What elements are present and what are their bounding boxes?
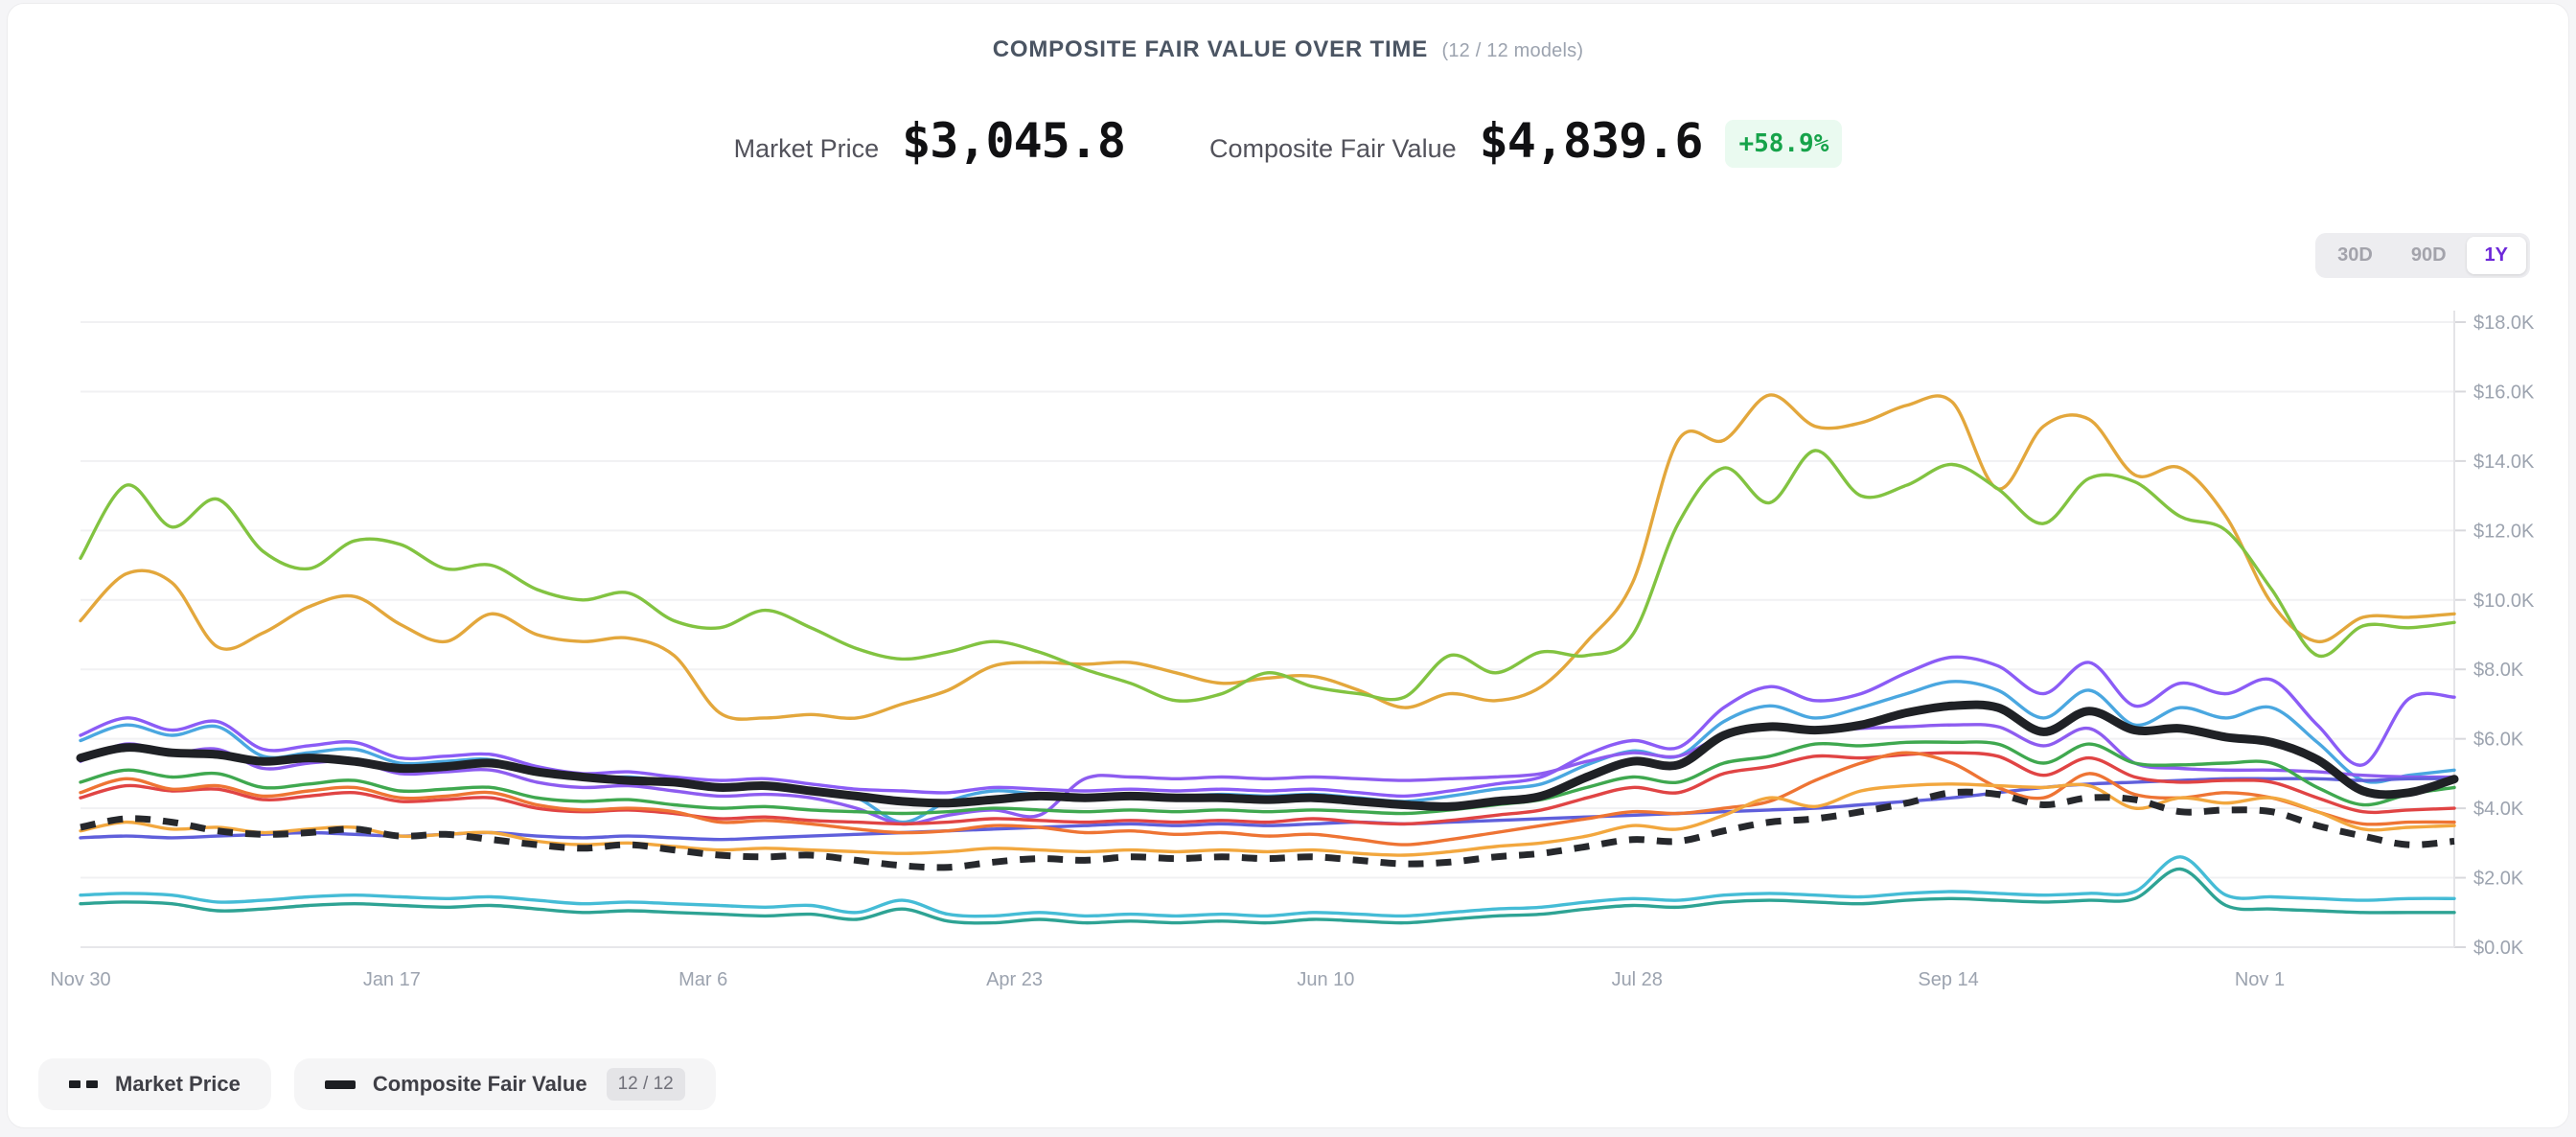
range-button-30d[interactable]: 30D	[2319, 237, 2391, 274]
upside-change-badge: +58.9%	[1725, 120, 1842, 168]
x-axis-label: Jan 17	[363, 969, 421, 990]
range-button-90d[interactable]: 90D	[2393, 237, 2465, 274]
fair-value-value: $4,839.6	[1480, 113, 1703, 169]
fair-value-stat: Composite Fair Value $4,839.6 +58.9%	[1209, 113, 1842, 174]
fair-value-label: Composite Fair Value	[1209, 134, 1457, 164]
chart-legend: Market Price Composite Fair Value 12 / 1…	[38, 1058, 716, 1110]
y-axis-label: $10.0K	[2473, 591, 2535, 612]
models-count-subtitle: (12 / 12 models)	[1442, 40, 1584, 61]
x-axis-label: Nov 30	[50, 969, 110, 990]
legend-item-composite-fair-value[interactable]: Composite Fair Value 12 / 12	[294, 1058, 716, 1110]
models-count-badge: 12 / 12	[607, 1068, 685, 1101]
x-axis-label: Jul 28	[1612, 969, 1663, 990]
x-axis-label: Mar 6	[678, 969, 727, 990]
x-axis-label: Nov 1	[2235, 969, 2285, 990]
y-axis-label: $2.0K	[2473, 869, 2524, 890]
x-axis-label: Jun 10	[1297, 969, 1354, 990]
page-title: COMPOSITE FAIR VALUE OVER TIME	[993, 36, 1428, 62]
stats-row: Market Price $3,045.8 Composite Fair Val…	[0, 113, 2576, 174]
y-axis-label: $12.0K	[2473, 521, 2535, 542]
header: COMPOSITE FAIR VALUE OVER TIME (12 / 12 …	[0, 36, 2576, 63]
market-price-label: Market Price	[734, 134, 880, 164]
x-axis-label: Apr 23	[986, 969, 1043, 990]
y-axis-label: $8.0K	[2473, 660, 2524, 681]
series-line-model-1-amber	[80, 395, 2454, 719]
legend-label: Market Price	[115, 1072, 241, 1097]
y-axis-label: $16.0K	[2473, 382, 2535, 403]
range-button-1y[interactable]: 1Y	[2467, 237, 2526, 274]
y-axis-label: $18.0K	[2473, 313, 2535, 334]
market-price-stat: Market Price $3,045.8	[734, 113, 1125, 169]
dashed-line-swatch-icon	[69, 1080, 98, 1088]
y-axis-label: $0.0K	[2473, 938, 2524, 959]
y-axis-label: $4.0K	[2473, 799, 2524, 820]
y-axis-label: $6.0K	[2473, 730, 2524, 751]
legend-label: Composite Fair Value	[373, 1072, 587, 1097]
time-range-selector: 30D 90D 1Y	[2315, 233, 2530, 278]
series-line-model-2-lime	[80, 451, 2454, 701]
solid-line-swatch-icon	[325, 1080, 356, 1089]
x-axis-label: Sep 14	[1918, 969, 1978, 990]
legend-item-market-price[interactable]: Market Price	[38, 1058, 271, 1110]
market-price-value: $3,045.8	[902, 113, 1125, 169]
y-axis-label: $14.0K	[2473, 452, 2535, 473]
